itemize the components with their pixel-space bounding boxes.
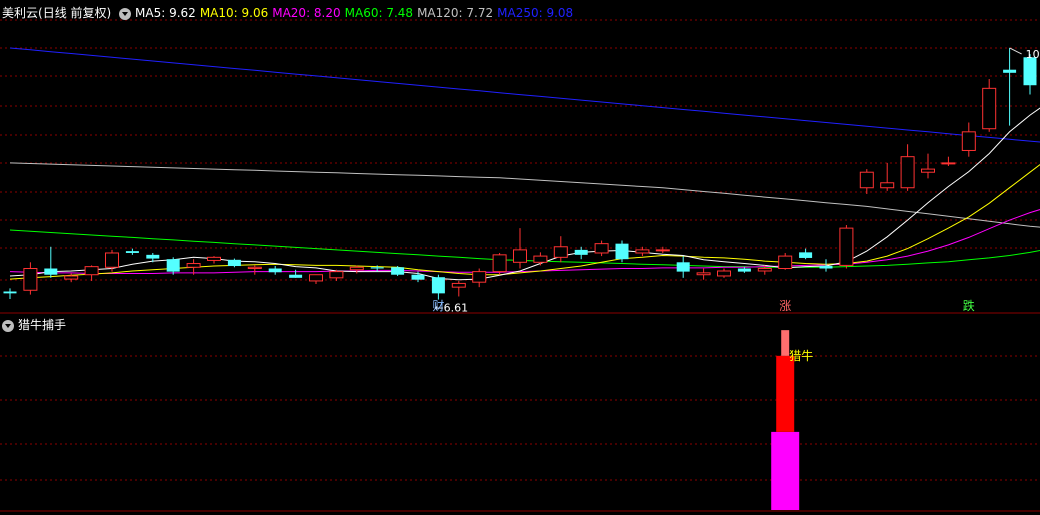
ma-label-ma20: MA20: 8.20 [272,6,341,20]
ma-label-ma5: MA5: 9.62 [135,6,196,20]
candle-down [411,274,425,280]
main-chart-header: 美利云(日线 前复权) MA5: 9.62 MA10: 9.06 MA20: 8.2… [2,4,581,21]
candle-down [268,268,282,273]
indicator-name: 猎牛捕手 [18,318,67,332]
candle-up [64,275,79,280]
candle-up [778,255,793,270]
candle-up [309,274,323,282]
candle-up [921,168,935,173]
candle-up [472,271,487,283]
candle-up [961,131,976,151]
candle-up [186,263,201,268]
ma-label-ma250: MA250: 9.08 [497,6,574,20]
candle-up [207,256,221,261]
candle-up [941,162,956,165]
event-marker: 涨 [779,298,791,313]
candle-up [513,249,527,263]
ma-label-ma60: MA60: 7.48 [344,6,414,20]
candle-up [635,249,650,254]
ma-legend: MA5: 9.62 MA10: 9.06 MA20: 8.20 MA60: 7.48 M… [135,6,577,20]
candle-up [329,271,344,279]
candle-up [859,171,874,189]
candle-up [880,182,895,189]
candle-down [125,251,139,253]
candle-down [799,252,813,258]
candle-up [717,270,731,277]
indicator-header: 猎牛捕手 [2,316,70,333]
candle-down [819,266,833,269]
candle-down [146,254,160,259]
candle-down [737,268,751,272]
indicator-bar-segment [771,431,800,510]
indicator-signal-label: 猎牛 [789,348,813,363]
high-price-label: 10.65 [1026,48,1040,61]
event-marker: 跌 [963,298,975,313]
candle-down [1003,69,1017,73]
indicator-bar-segment [776,355,795,432]
candle-down [391,267,405,275]
candle-up [451,282,466,288]
period-label: (日线 前复权) [38,6,112,20]
candle-down [3,291,17,294]
candle-down [370,267,384,269]
candle-up [84,266,99,276]
ma250-line [9,47,1040,143]
candle-up [492,254,507,273]
dropdown-icon[interactable] [119,7,132,20]
candle-up [839,227,854,266]
stock-chart[interactable]: 10.65←6.61财涨跌猎牛 [0,0,1040,515]
candle-down [431,277,445,294]
candle-down [166,259,180,272]
candle-up [553,246,568,258]
candle-up [349,266,364,271]
candle-up [105,252,119,268]
ma-label-ma10: MA10: 9.06 [199,6,269,20]
candle-down [574,249,588,255]
candle-up [900,156,915,189]
candle-up [655,249,670,252]
candle-down [289,274,303,278]
indicator-bar-segment [781,330,790,356]
candle-up [757,268,772,272]
dropdown-icon[interactable] [2,319,14,332]
candle-up [533,255,548,263]
candle-up [982,87,997,130]
candle-down [227,259,241,267]
candle-down [615,243,629,260]
candle-down [1023,57,1037,86]
ma-label-ma120: MA120: 7.72 [417,6,494,20]
event-marker: 财 [432,299,444,313]
candle-down [44,268,58,275]
candle-up [696,272,711,276]
candle-up [247,266,262,270]
candle-down [676,262,690,272]
stock-name: 美利云 [2,6,39,20]
candle-up [594,243,609,254]
candle-up [23,268,38,291]
high-pointer [1009,47,1022,55]
